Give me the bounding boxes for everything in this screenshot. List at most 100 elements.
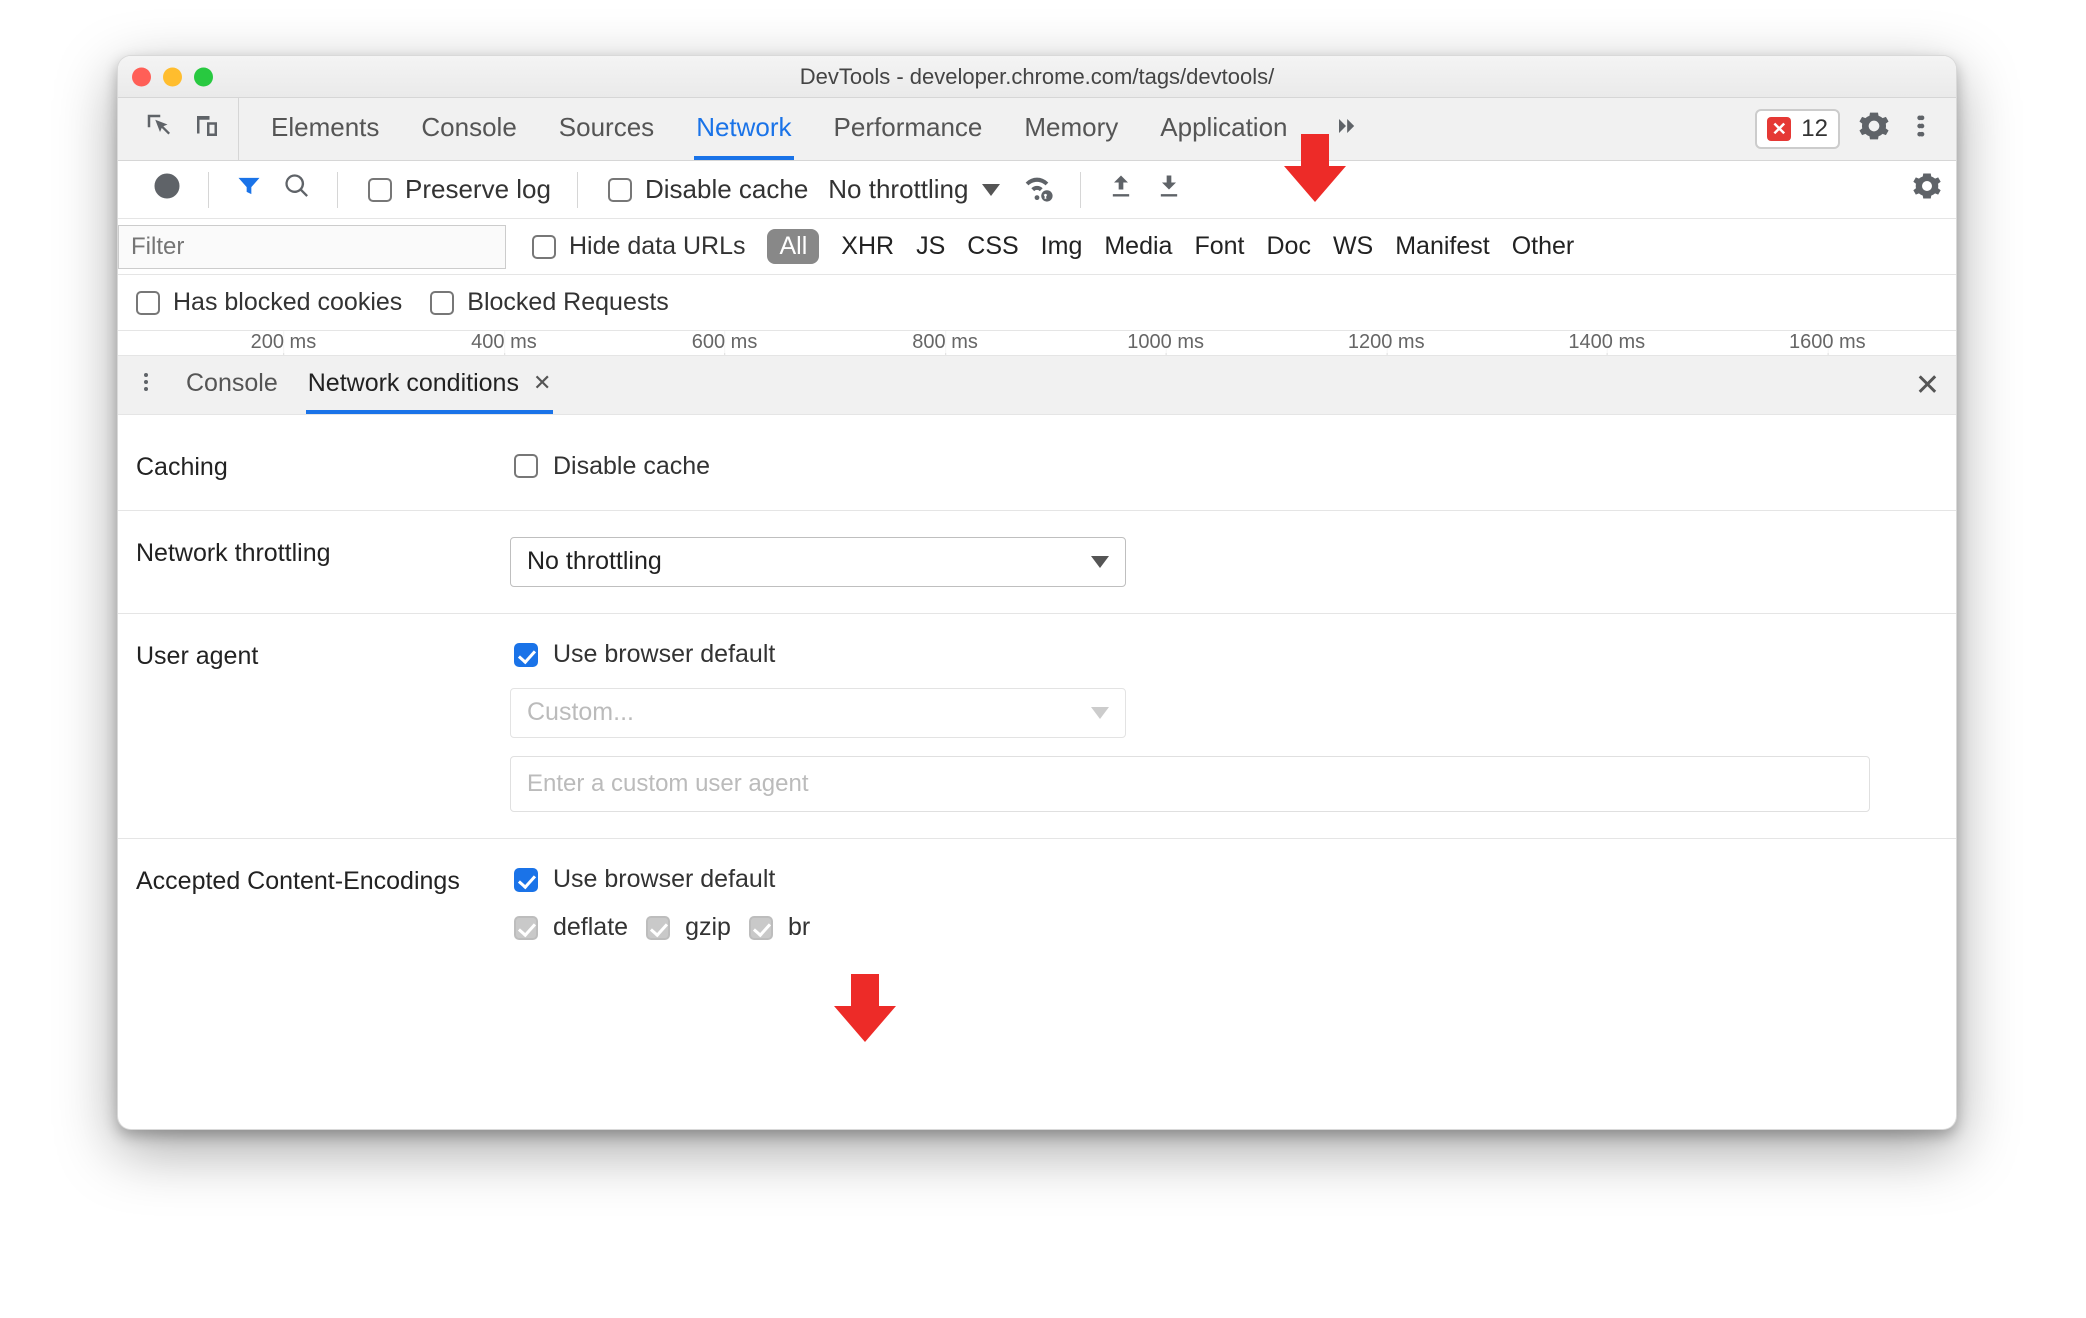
kebab-menu-icon[interactable]: [1908, 110, 1936, 149]
tab-application[interactable]: Application: [1158, 98, 1289, 160]
enc-br-checkbox: br: [745, 913, 810, 943]
drawer-kebab-icon[interactable]: [134, 369, 158, 402]
disable-cache-checkbox[interactable]: Disable cache: [604, 174, 808, 205]
tab-performance[interactable]: Performance: [832, 98, 985, 160]
throttling-label: Network throttling: [136, 537, 510, 570]
close-tab-icon[interactable]: ✕: [533, 370, 551, 396]
hide-data-urls-label: Hide data URLs: [569, 232, 745, 261]
timeline-tick: 1400 ms: [1568, 331, 1645, 353]
tab-console[interactable]: Console: [419, 98, 518, 160]
filter-chip-media[interactable]: Media: [1104, 232, 1172, 261]
error-icon: ✕: [1767, 117, 1791, 141]
filter-chip-css[interactable]: CSS: [967, 232, 1018, 261]
tab-sources[interactable]: Sources: [557, 98, 656, 160]
timeline-tick: 600 ms: [692, 331, 758, 353]
blocked-requests-checkbox[interactable]: Blocked Requests: [426, 288, 669, 318]
filter-chip-xhr[interactable]: XHR: [841, 232, 894, 261]
window-close-button[interactable]: [132, 67, 151, 86]
network-settings-icon[interactable]: [1912, 171, 1942, 208]
drawer-tab-label: Network conditions: [308, 369, 519, 398]
inspect-element-icon[interactable]: [144, 111, 174, 148]
enc-gzip-checkbox: gzip: [642, 913, 731, 943]
ua-select: Custom...: [510, 688, 1126, 738]
tab-label: Elements: [271, 112, 379, 143]
download-icon[interactable]: [1155, 172, 1183, 207]
filter-chip-ws[interactable]: WS: [1333, 232, 1373, 261]
main-tabbar: Elements Console Sources Network Perform…: [118, 98, 1956, 161]
user-agent-label: User agent: [136, 640, 510, 673]
chevron-down-icon: [982, 184, 1000, 196]
tab-label: Network: [696, 112, 791, 143]
throttling-row: Network throttling No throttling: [118, 511, 1956, 614]
network-timeline[interactable]: 200 ms 400 ms 600 ms 800 ms 1000 ms 1200…: [118, 331, 1956, 355]
timeline-tick: 1200 ms: [1348, 331, 1425, 353]
tab-network[interactable]: Network: [694, 98, 793, 160]
tab-label: Console: [421, 112, 516, 143]
tabs-overflow-icon[interactable]: [1332, 112, 1360, 147]
hide-data-urls-checkbox[interactable]: Hide data URLs: [528, 232, 745, 262]
throttling-dropdown[interactable]: No throttling: [828, 174, 1000, 205]
ua-use-browser-default-checkbox[interactable]: Use browser default: [510, 640, 1938, 670]
clear-button[interactable]: [152, 171, 182, 208]
accepted-encodings-label: Accepted Content-Encodings: [136, 865, 510, 898]
ua-custom-input[interactable]: [510, 756, 1870, 812]
preserve-log-checkbox[interactable]: Preserve log: [364, 174, 551, 205]
accepted-encodings-row: Accepted Content-Encodings Use browser d…: [118, 839, 1956, 969]
throttling-select[interactable]: No throttling: [510, 537, 1126, 587]
filter-chip-font[interactable]: Font: [1194, 232, 1244, 261]
error-count: 12: [1801, 115, 1828, 143]
filter-input[interactable]: [118, 225, 506, 269]
has-blocked-cookies-checkbox[interactable]: Has blocked cookies: [132, 288, 402, 318]
has-blocked-cookies-label: Has blocked cookies: [173, 288, 402, 317]
filter-chip-doc[interactable]: Doc: [1266, 232, 1310, 261]
traffic-lights: [132, 67, 213, 86]
enc-deflate-checkbox: deflate: [510, 913, 628, 943]
drawer-tab-label: Console: [186, 369, 278, 398]
blocked-requests-label: Blocked Requests: [467, 288, 669, 317]
device-toolbar-icon[interactable]: [192, 111, 222, 148]
drawer-tab-console[interactable]: Console: [184, 356, 280, 414]
caching-row: Caching Disable cache: [118, 425, 1956, 511]
preserve-log-label: Preserve log: [405, 174, 551, 205]
timeline-tick: 1000 ms: [1127, 331, 1204, 353]
nc-disable-cache-checkbox[interactable]: Disable cache: [510, 451, 1938, 481]
chevron-down-icon: [1091, 707, 1109, 719]
throttling-value: No throttling: [828, 174, 968, 205]
search-icon[interactable]: [283, 172, 311, 207]
error-count-pill[interactable]: ✕ 12: [1755, 109, 1840, 149]
upload-icon[interactable]: [1107, 172, 1135, 207]
network-conditions-panel: Caching Disable cache Network throttling…: [118, 415, 1956, 979]
enc-use-browser-default-label: Use browser default: [553, 865, 775, 894]
window-minimize-button[interactable]: [163, 67, 182, 86]
filter-chip-js[interactable]: JS: [916, 232, 945, 261]
tab-label: Memory: [1024, 112, 1118, 143]
filter-chip-all[interactable]: All: [767, 229, 819, 264]
chevron-down-icon: [1091, 556, 1109, 568]
devtools-window: DevTools - developer.chrome.com/tags/dev…: [117, 55, 1957, 1130]
filter-icon[interactable]: [235, 172, 263, 207]
tab-label: Performance: [834, 112, 983, 143]
network-conditions-icon[interactable]: [1020, 169, 1054, 210]
filter-chip-img[interactable]: Img: [1041, 232, 1083, 261]
disable-cache-label: Disable cache: [645, 174, 808, 205]
filter-chip-other[interactable]: Other: [1512, 232, 1575, 261]
enc-label: gzip: [685, 913, 731, 942]
settings-icon[interactable]: [1858, 110, 1890, 149]
window-title: DevTools - developer.chrome.com/tags/dev…: [800, 64, 1274, 90]
tab-memory[interactable]: Memory: [1022, 98, 1120, 160]
ua-select-placeholder: Custom...: [527, 698, 634, 727]
window-maximize-button[interactable]: [194, 67, 213, 86]
filter-chip-manifest[interactable]: Manifest: [1395, 232, 1489, 261]
tab-label: Application: [1160, 112, 1287, 143]
user-agent-row: User agent Use browser default Custom...: [118, 614, 1956, 839]
tab-elements[interactable]: Elements: [269, 98, 381, 160]
timeline-tick: 800 ms: [912, 331, 978, 353]
enc-use-browser-default-checkbox[interactable]: Use browser default: [510, 865, 1938, 895]
timeline-tick: 1600 ms: [1789, 331, 1866, 353]
window-titlebar: DevTools - developer.chrome.com/tags/dev…: [118, 56, 1956, 98]
drawer-tab-network-conditions[interactable]: Network conditions ✕: [306, 356, 554, 414]
drawer-close-button[interactable]: ✕: [1915, 368, 1940, 403]
nc-disable-cache-label: Disable cache: [553, 452, 710, 481]
caching-label: Caching: [136, 451, 510, 484]
filter-bar: Hide data URLs All XHR JS CSS Img Media …: [118, 219, 1956, 275]
